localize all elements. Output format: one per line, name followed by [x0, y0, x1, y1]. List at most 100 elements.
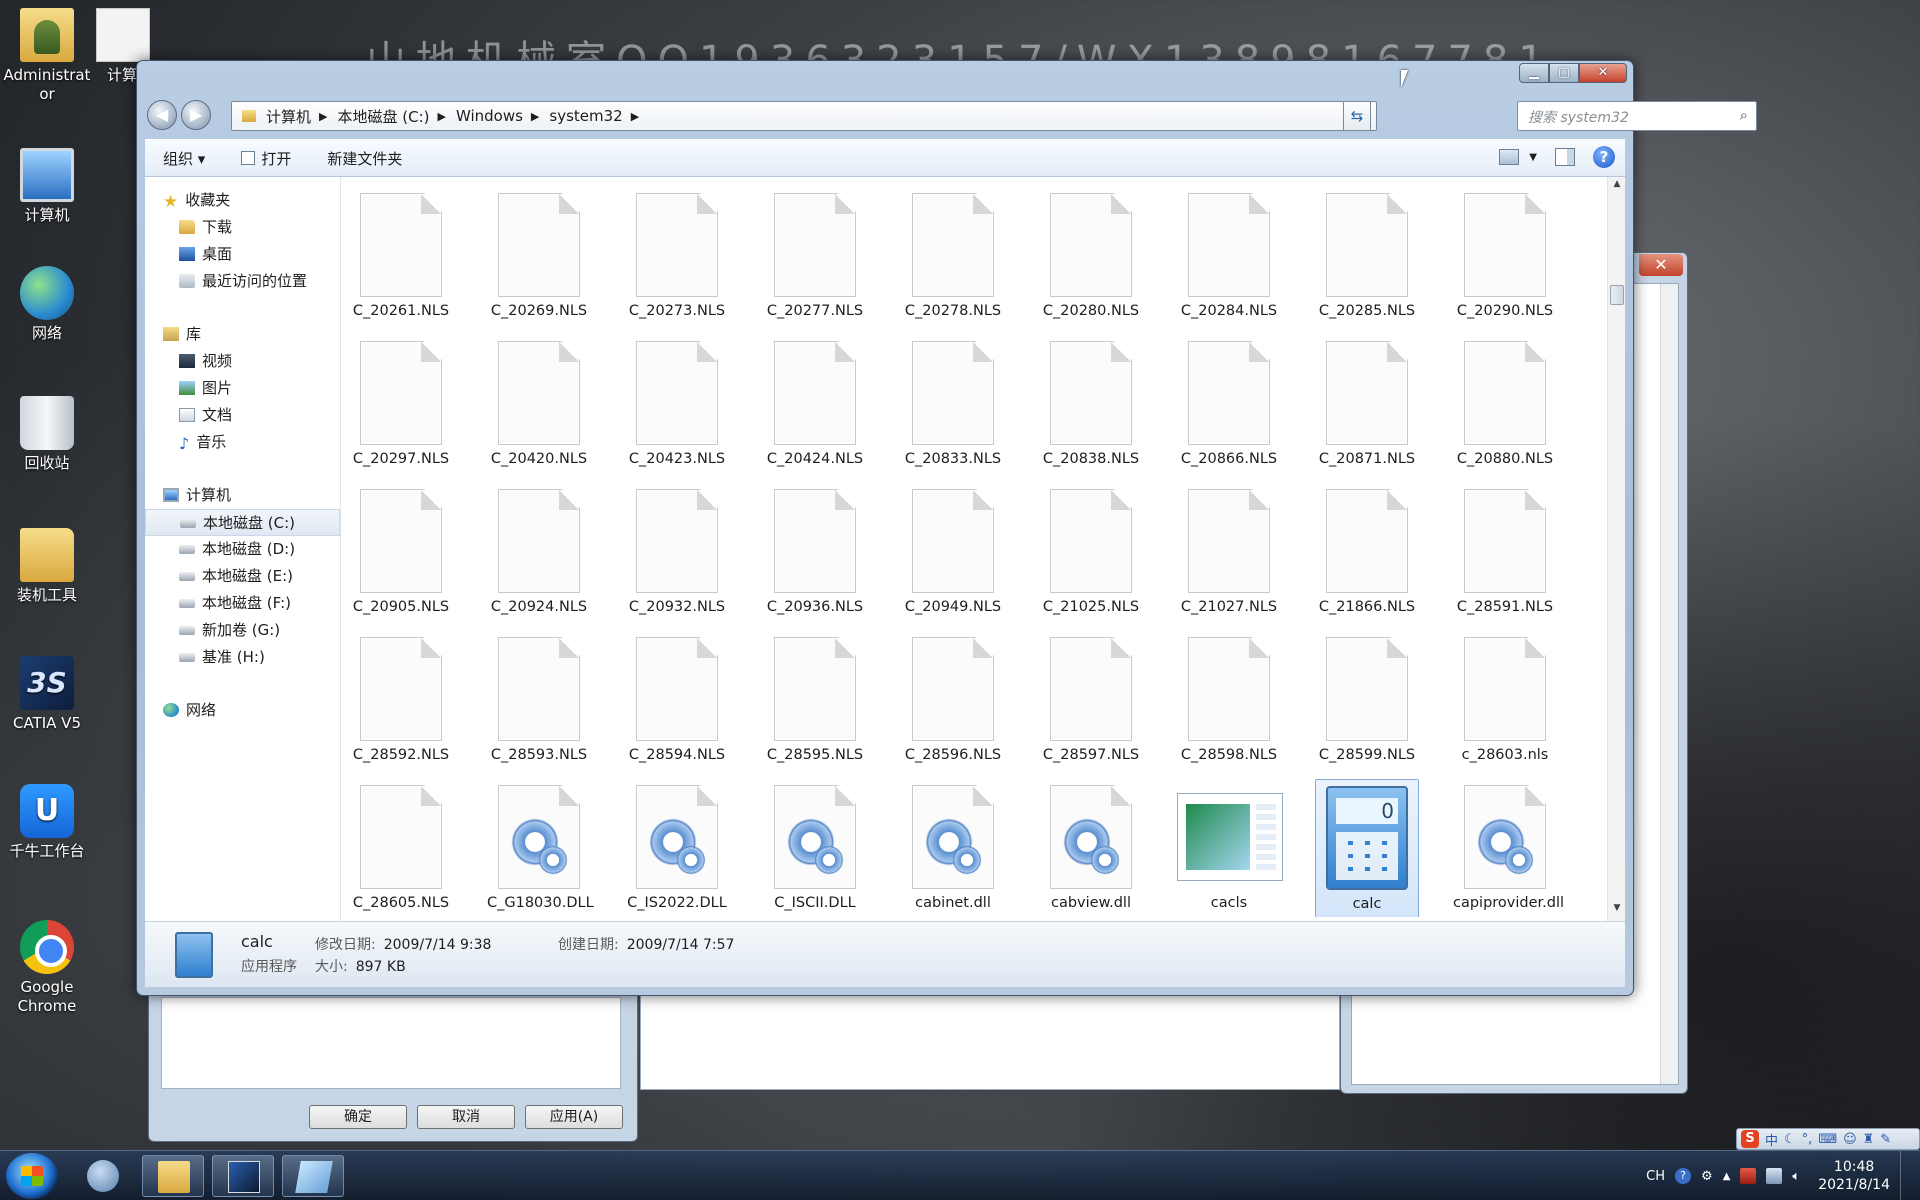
file-item[interactable]: C_20290.NLS [1453, 187, 1557, 329]
file-item[interactable]: C_20277.NLS [763, 187, 867, 329]
minimize-button[interactable]: ▁ [1519, 63, 1549, 83]
new-folder-button[interactable]: 新建文件夹 [309, 148, 420, 169]
scroll-down-icon[interactable]: ▼ [1608, 903, 1626, 919]
scrollbar-thumb[interactable] [1610, 285, 1624, 305]
nav-network[interactable]: 网络 [145, 697, 340, 724]
file-item[interactable]: C_ISCII.DLL [763, 779, 867, 917]
file-item[interactable]: C_20833.NLS [901, 335, 1005, 477]
file-item[interactable]: cabview.dll [1039, 779, 1143, 917]
file-item[interactable]: C_28594.NLS [625, 631, 729, 773]
ok-button[interactable]: 确定 [309, 1105, 407, 1129]
taskbar-explorer[interactable] [142, 1155, 204, 1197]
desktop-icon-recycle-bin[interactable]: 回收站 [0, 396, 94, 473]
nav-favorites[interactable]: ★ 收藏夹 [145, 187, 340, 214]
scroll-up-icon[interactable]: ▲ [1608, 179, 1626, 195]
nav-downloads[interactable]: 下载 [145, 214, 340, 241]
file-item[interactable]: C_21866.NLS [1315, 483, 1419, 625]
nav-videos[interactable]: 视频 [145, 348, 340, 375]
file-item[interactable]: 0 calc [1315, 779, 1419, 917]
file-item[interactable]: C_20866.NLS [1177, 335, 1281, 477]
vertical-scrollbar[interactable]: ▲ ▼ [1607, 177, 1625, 921]
properties-dialog[interactable]: 确定 取消 应用(A) [148, 990, 638, 1142]
file-item[interactable]: cacls [1177, 779, 1283, 917]
cancel-button[interactable]: 取消 [417, 1105, 515, 1129]
scrollbar[interactable] [1660, 284, 1678, 1084]
show-desktop-button[interactable] [1900, 1151, 1910, 1200]
file-item[interactable]: C_28599.NLS [1315, 631, 1419, 773]
taskbar-catia[interactable] [212, 1155, 274, 1197]
chevron-right-icon[interactable]: ▶ [319, 110, 327, 123]
file-item[interactable]: C_20905.NLS [349, 483, 453, 625]
file-item[interactable]: C_20420.NLS [487, 335, 591, 477]
file-item[interactable]: C_20261.NLS [349, 187, 453, 329]
explorer-window[interactable]: ▁ ▢ ✕ ◀ ▶ 计算机 ▶ 本地磁盘 (C:) ▶ Windows ▶ syste… [136, 60, 1757, 996]
nav-drive-h[interactable]: 基准 (H:) [145, 644, 340, 671]
desktop-icon-qianniu[interactable]: U 千牛工作台 [0, 784, 94, 861]
clock[interactable]: 10:48 2021/8/14 [1818, 1158, 1890, 1194]
desktop-icon-chrome[interactable]: Google Chrome [0, 920, 94, 1016]
file-item[interactable]: capiprovider.dll [1453, 779, 1564, 917]
file-item[interactable]: C_28593.NLS [487, 631, 591, 773]
nav-pictures[interactable]: 图片 [145, 375, 340, 402]
chevron-right-icon[interactable]: ▶ [437, 110, 445, 123]
close-button[interactable]: ✕ [1579, 63, 1627, 83]
breadcrumb-computer[interactable]: 计算机 [266, 106, 311, 127]
punctuation-icon[interactable]: °, [1802, 1132, 1813, 1147]
desktop-icon-network[interactable]: 网络 [0, 266, 94, 343]
nav-drive-e[interactable]: 本地磁盘 (E:) [145, 563, 340, 590]
breadcrumb-system32[interactable]: system32 [549, 107, 622, 125]
file-item[interactable]: C_28596.NLS [901, 631, 1005, 773]
file-item[interactable]: C_28595.NLS [763, 631, 867, 773]
taskbar-globe[interactable] [72, 1155, 134, 1197]
nav-drive-d[interactable]: 本地磁盘 (D:) [145, 536, 340, 563]
file-item[interactable]: C_20269.NLS [487, 187, 591, 329]
search-input[interactable]: 搜索 system32 ⌕ [1517, 101, 1757, 131]
close-icon[interactable]: ✕ [1639, 254, 1683, 276]
file-item[interactable]: C_20284.NLS [1177, 187, 1281, 329]
language-indicator[interactable]: CH [1646, 1169, 1665, 1184]
file-item[interactable]: C_20838.NLS [1039, 335, 1143, 477]
nav-drive-c[interactable]: 本地磁盘 (C:) [145, 509, 340, 536]
ime-toolbar[interactable]: S 中 ☾ °, ⌨ ☺ ♜ ✎ [1736, 1128, 1920, 1150]
nav-recent-places[interactable]: 最近访问的位置 [145, 268, 340, 295]
file-item[interactable]: C_20280.NLS [1039, 187, 1143, 329]
back-button[interactable]: ◀ [147, 100, 177, 130]
file-item[interactable]: C_20424.NLS [763, 335, 867, 477]
file-item[interactable]: cabinet.dll [901, 779, 1005, 917]
file-item[interactable]: C_20423.NLS [625, 335, 729, 477]
address-bar[interactable]: 计算机▶ 本地磁盘 (C:)▶ Windows▶ system32▶ ▼ [231, 101, 1377, 131]
desktop-icon-computer[interactable]: 计算机 [0, 148, 94, 225]
view-options-button[interactable]: ▼ [1499, 149, 1537, 165]
nav-computer[interactable]: 计算机 [145, 482, 340, 509]
moon-icon[interactable]: ☾ [1784, 1132, 1796, 1147]
nav-documents[interactable]: 文档 [145, 402, 340, 429]
file-item[interactable]: C_20871.NLS [1315, 335, 1419, 477]
file-item[interactable]: C_G18030.DLL [487, 779, 594, 917]
nav-drive-g[interactable]: 新加卷 (G:) [145, 617, 340, 644]
maximize-button[interactable]: ▢ [1549, 63, 1579, 83]
nav-music[interactable]: ♪ 音乐 [145, 429, 340, 456]
file-item[interactable]: C_IS2022.DLL [625, 779, 729, 917]
file-item[interactable]: C_28591.NLS [1453, 483, 1557, 625]
organize-button[interactable]: 组织 ▾ [145, 148, 223, 169]
file-item[interactable]: c_28603.nls [1453, 631, 1557, 773]
file-item[interactable]: C_20285.NLS [1315, 187, 1419, 329]
file-item[interactable]: C_20936.NLS [763, 483, 867, 625]
file-item[interactable]: C_21027.NLS [1177, 483, 1281, 625]
ime-mode[interactable]: 中 [1765, 1130, 1778, 1149]
file-item[interactable]: C_20924.NLS [487, 483, 591, 625]
taskbar-app[interactable] [282, 1155, 344, 1197]
settings-icon[interactable]: ⚙ [1701, 1169, 1713, 1184]
forward-button[interactable]: ▶ [181, 100, 211, 130]
volume-icon[interactable]: 🔈︎ [1792, 1169, 1800, 1184]
network-tray-icon[interactable] [1766, 1168, 1783, 1184]
desktop-icon-catia[interactable]: 3S CATIA V5 [0, 656, 94, 733]
file-item[interactable]: C_20297.NLS [349, 335, 453, 477]
file-item[interactable]: C_21025.NLS [1039, 483, 1143, 625]
open-button[interactable]: 打开 [223, 148, 309, 169]
file-item[interactable]: C_28592.NLS [349, 631, 453, 773]
apply-button[interactable]: 应用(A) [525, 1105, 623, 1129]
file-item[interactable]: C_20932.NLS [625, 483, 729, 625]
file-item[interactable]: C_20880.NLS [1453, 335, 1557, 477]
user-icon[interactable]: ☺ [1843, 1132, 1857, 1147]
